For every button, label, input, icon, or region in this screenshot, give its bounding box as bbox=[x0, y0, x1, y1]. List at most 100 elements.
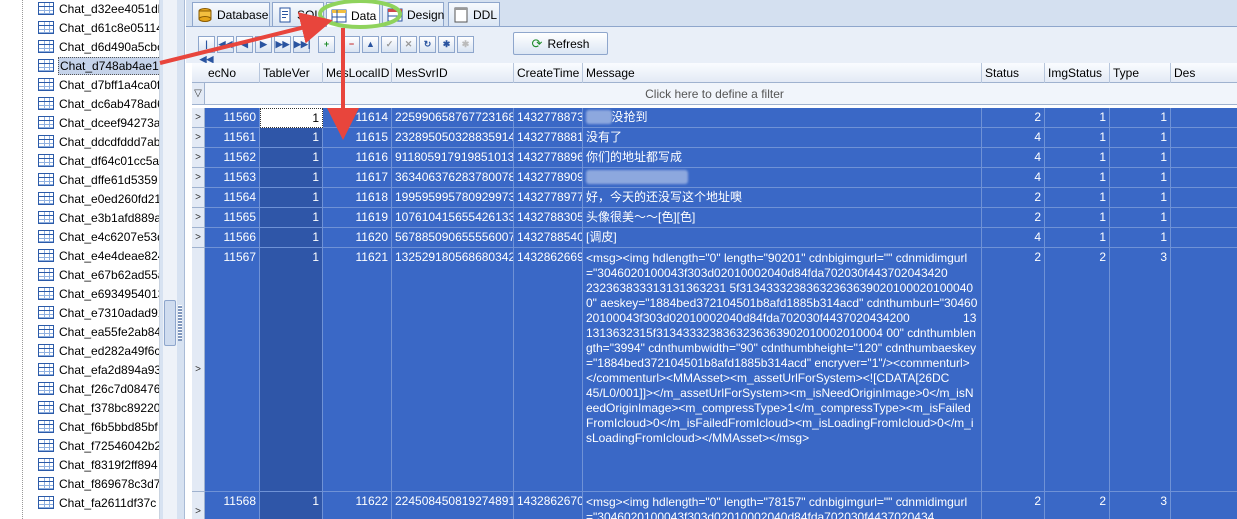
table-row[interactable]: >11563 1 11617 3634063762837800780 143277890… bbox=[192, 168, 1237, 188]
cell-message[interactable]: 没有了 bbox=[583, 128, 982, 148]
tree-item[interactable]: Chat_e0ed260fd21 bbox=[38, 189, 159, 208]
cell-createtime[interactable]: 1432778977 bbox=[514, 188, 583, 208]
cell-createtime[interactable]: 1432788540 bbox=[514, 228, 583, 248]
cell-tablever[interactable]: 1 bbox=[260, 228, 323, 248]
column-header[interactable]: TableVer bbox=[260, 63, 323, 83]
column-header[interactable]: Type bbox=[1110, 63, 1171, 83]
cell-imgstatus[interactable]: 1 bbox=[1045, 168, 1110, 188]
cell-ecno[interactable]: 11562 bbox=[205, 148, 260, 168]
cell-message[interactable]: 你们的地址都写成 bbox=[583, 148, 982, 168]
cell-messvrid[interactable]: 5678850906555560072 bbox=[392, 228, 514, 248]
cell-createtime[interactable]: 1432778896 bbox=[514, 148, 583, 168]
table-row[interactable]: >11565 1 11619 1076104156554261337 143278830… bbox=[192, 208, 1237, 228]
cell-meslocalid[interactable]: 11615 bbox=[323, 128, 392, 148]
cell-tablever[interactable]: 1 bbox=[260, 248, 323, 492]
cell-imgstatus[interactable]: 1 bbox=[1045, 128, 1110, 148]
cell-type[interactable]: 1 bbox=[1110, 148, 1171, 168]
tree-item[interactable]: Chat_fa2611df37c bbox=[38, 493, 159, 512]
refresh-button[interactable]: ⟳ Refresh bbox=[513, 32, 608, 55]
data-grid[interactable]: ecNo TableVer MesLocalID MesSvrID CreateTime… bbox=[192, 63, 1237, 519]
cell-createtime[interactable]: 1432788305 bbox=[514, 208, 583, 228]
cell-messvrid[interactable]: 2245084508192748918 bbox=[392, 492, 514, 519]
column-header[interactable]: ImgStatus bbox=[1045, 63, 1110, 83]
cell-message[interactable]: ███没抢到 bbox=[583, 108, 982, 128]
cell-des[interactable]: 1 bbox=[1171, 228, 1237, 248]
cell-type[interactable]: 3 bbox=[1110, 248, 1171, 492]
row-indicator-icon[interactable]: > bbox=[192, 188, 205, 208]
cell-tablever[interactable]: 1 bbox=[260, 128, 323, 148]
column-header[interactable]: Status bbox=[982, 63, 1045, 83]
table-row[interactable]: >11567 1 11621 1325291805686803420 143286266… bbox=[192, 248, 1237, 492]
tree-item[interactable]: Chat_efa2d894a93 bbox=[38, 360, 159, 379]
cell-type[interactable]: 1 bbox=[1110, 168, 1171, 188]
cell-meslocalid[interactable]: 11619 bbox=[323, 208, 392, 228]
cell-createtime[interactable]: 1432862669 bbox=[514, 248, 583, 492]
cell-imgstatus[interactable]: 2 bbox=[1045, 492, 1110, 519]
row-indicator-icon[interactable]: > bbox=[192, 168, 205, 188]
row-indicator-icon[interactable]: > bbox=[192, 208, 205, 228]
cell-type[interactable]: 1 bbox=[1110, 228, 1171, 248]
cell-type[interactable]: 1 bbox=[1110, 108, 1171, 128]
cell-des[interactable]: 0 bbox=[1171, 108, 1237, 128]
cell-messvrid[interactable]: 2259906587677231686 bbox=[392, 108, 514, 128]
cell-type[interactable]: 1 bbox=[1110, 208, 1171, 228]
cell-tablever[interactable]: 1 bbox=[260, 188, 323, 208]
cell-message[interactable]: [调皮] bbox=[583, 228, 982, 248]
refresh-record-button[interactable]: ↻ bbox=[419, 36, 436, 53]
cell-tablever[interactable]: 1 bbox=[260, 208, 323, 228]
tree-item[interactable]: Chat_e4c6207e53d bbox=[38, 227, 159, 246]
cell-createtime[interactable]: 1432862670 bbox=[514, 492, 583, 519]
cell-des[interactable]: 1 bbox=[1171, 148, 1237, 168]
cancel-edit-button[interactable]: ✕ bbox=[400, 36, 417, 53]
tree-item[interactable]: Chat_f8319f2ff894 bbox=[38, 455, 159, 474]
cell-meslocalid[interactable]: 11617 bbox=[323, 168, 392, 188]
row-indicator-icon[interactable]: > bbox=[192, 148, 205, 168]
cell-imgstatus[interactable]: 1 bbox=[1045, 148, 1110, 168]
tree-item[interactable]: Chat_f869678c3d7 bbox=[38, 474, 159, 493]
cell-createtime[interactable]: 1432778881 bbox=[514, 128, 583, 148]
cell-type[interactable]: 1 bbox=[1110, 128, 1171, 148]
table-row[interactable]: >11561 1 11615 2328950503288359143 143277888… bbox=[192, 128, 1237, 148]
next-page-button[interactable]: ▶▶ bbox=[274, 36, 291, 53]
cell-ecno[interactable]: 11568 bbox=[205, 492, 260, 519]
column-header[interactable]: MesLocalID bbox=[323, 63, 392, 83]
cell-type[interactable]: 1 bbox=[1110, 188, 1171, 208]
tree-item[interactable]: Chat_e3b1afd889a bbox=[38, 208, 159, 227]
cell-status[interactable]: 2 bbox=[982, 208, 1045, 228]
column-header[interactable]: MesSvrID bbox=[392, 63, 514, 83]
prev-record-button[interactable]: ◀ bbox=[236, 36, 253, 53]
cell-status[interactable]: 4 bbox=[982, 168, 1045, 188]
set-default-button[interactable]: ✱ bbox=[457, 36, 474, 53]
tree-item[interactable]: Chat_d61c8e05114 bbox=[38, 18, 159, 37]
tree-item[interactable]: Chat_d6d490a5cbc bbox=[38, 37, 159, 56]
cell-status[interactable]: 4 bbox=[982, 128, 1045, 148]
cell-imgstatus[interactable]: 1 bbox=[1045, 208, 1110, 228]
tree-scrollbar[interactable] bbox=[163, 0, 177, 519]
column-header[interactable]: CreateTime bbox=[514, 63, 583, 83]
tree-item[interactable]: Chat_df64c01cc5a bbox=[38, 151, 159, 170]
cell-status[interactable]: 2 bbox=[982, 108, 1045, 128]
cell-createtime[interactable]: 1432778909 bbox=[514, 168, 583, 188]
cell-ecno[interactable]: 11561 bbox=[205, 128, 260, 148]
cell-status[interactable]: 2 bbox=[982, 248, 1045, 492]
cell-message[interactable]: <msg><img hdlength="0" length="78157" cd… bbox=[583, 492, 982, 519]
cell-imgstatus[interactable]: 1 bbox=[1045, 188, 1110, 208]
cell-meslocalid[interactable]: 11616 bbox=[323, 148, 392, 168]
tree-item[interactable]: Chat_f72546042b2 bbox=[38, 436, 159, 455]
cell-imgstatus[interactable]: 2 bbox=[1045, 248, 1110, 492]
splitter-grip[interactable] bbox=[178, 305, 182, 341]
cell-des[interactable]: 0 bbox=[1171, 188, 1237, 208]
column-header[interactable]: Des bbox=[1171, 63, 1237, 83]
filter-row[interactable]: ▽ Click here to define a filter bbox=[192, 83, 1237, 105]
cell-meslocalid[interactable]: 11618 bbox=[323, 188, 392, 208]
cell-status[interactable]: 2 bbox=[982, 188, 1045, 208]
tab-data[interactable]: Data bbox=[326, 2, 380, 28]
cell-des[interactable]: 0 bbox=[1171, 492, 1237, 519]
cell-messvrid[interactable]: 1995959957809299738 bbox=[392, 188, 514, 208]
row-indicator-icon[interactable]: > bbox=[192, 492, 205, 519]
tree-item[interactable]: Chat_ed282a49f6c bbox=[38, 341, 159, 360]
cell-meslocalid[interactable]: 11614 bbox=[323, 108, 392, 128]
cell-status[interactable]: 4 bbox=[982, 228, 1045, 248]
cell-message[interactable]: ████████████ bbox=[583, 168, 982, 188]
cell-type[interactable]: 3 bbox=[1110, 492, 1171, 519]
